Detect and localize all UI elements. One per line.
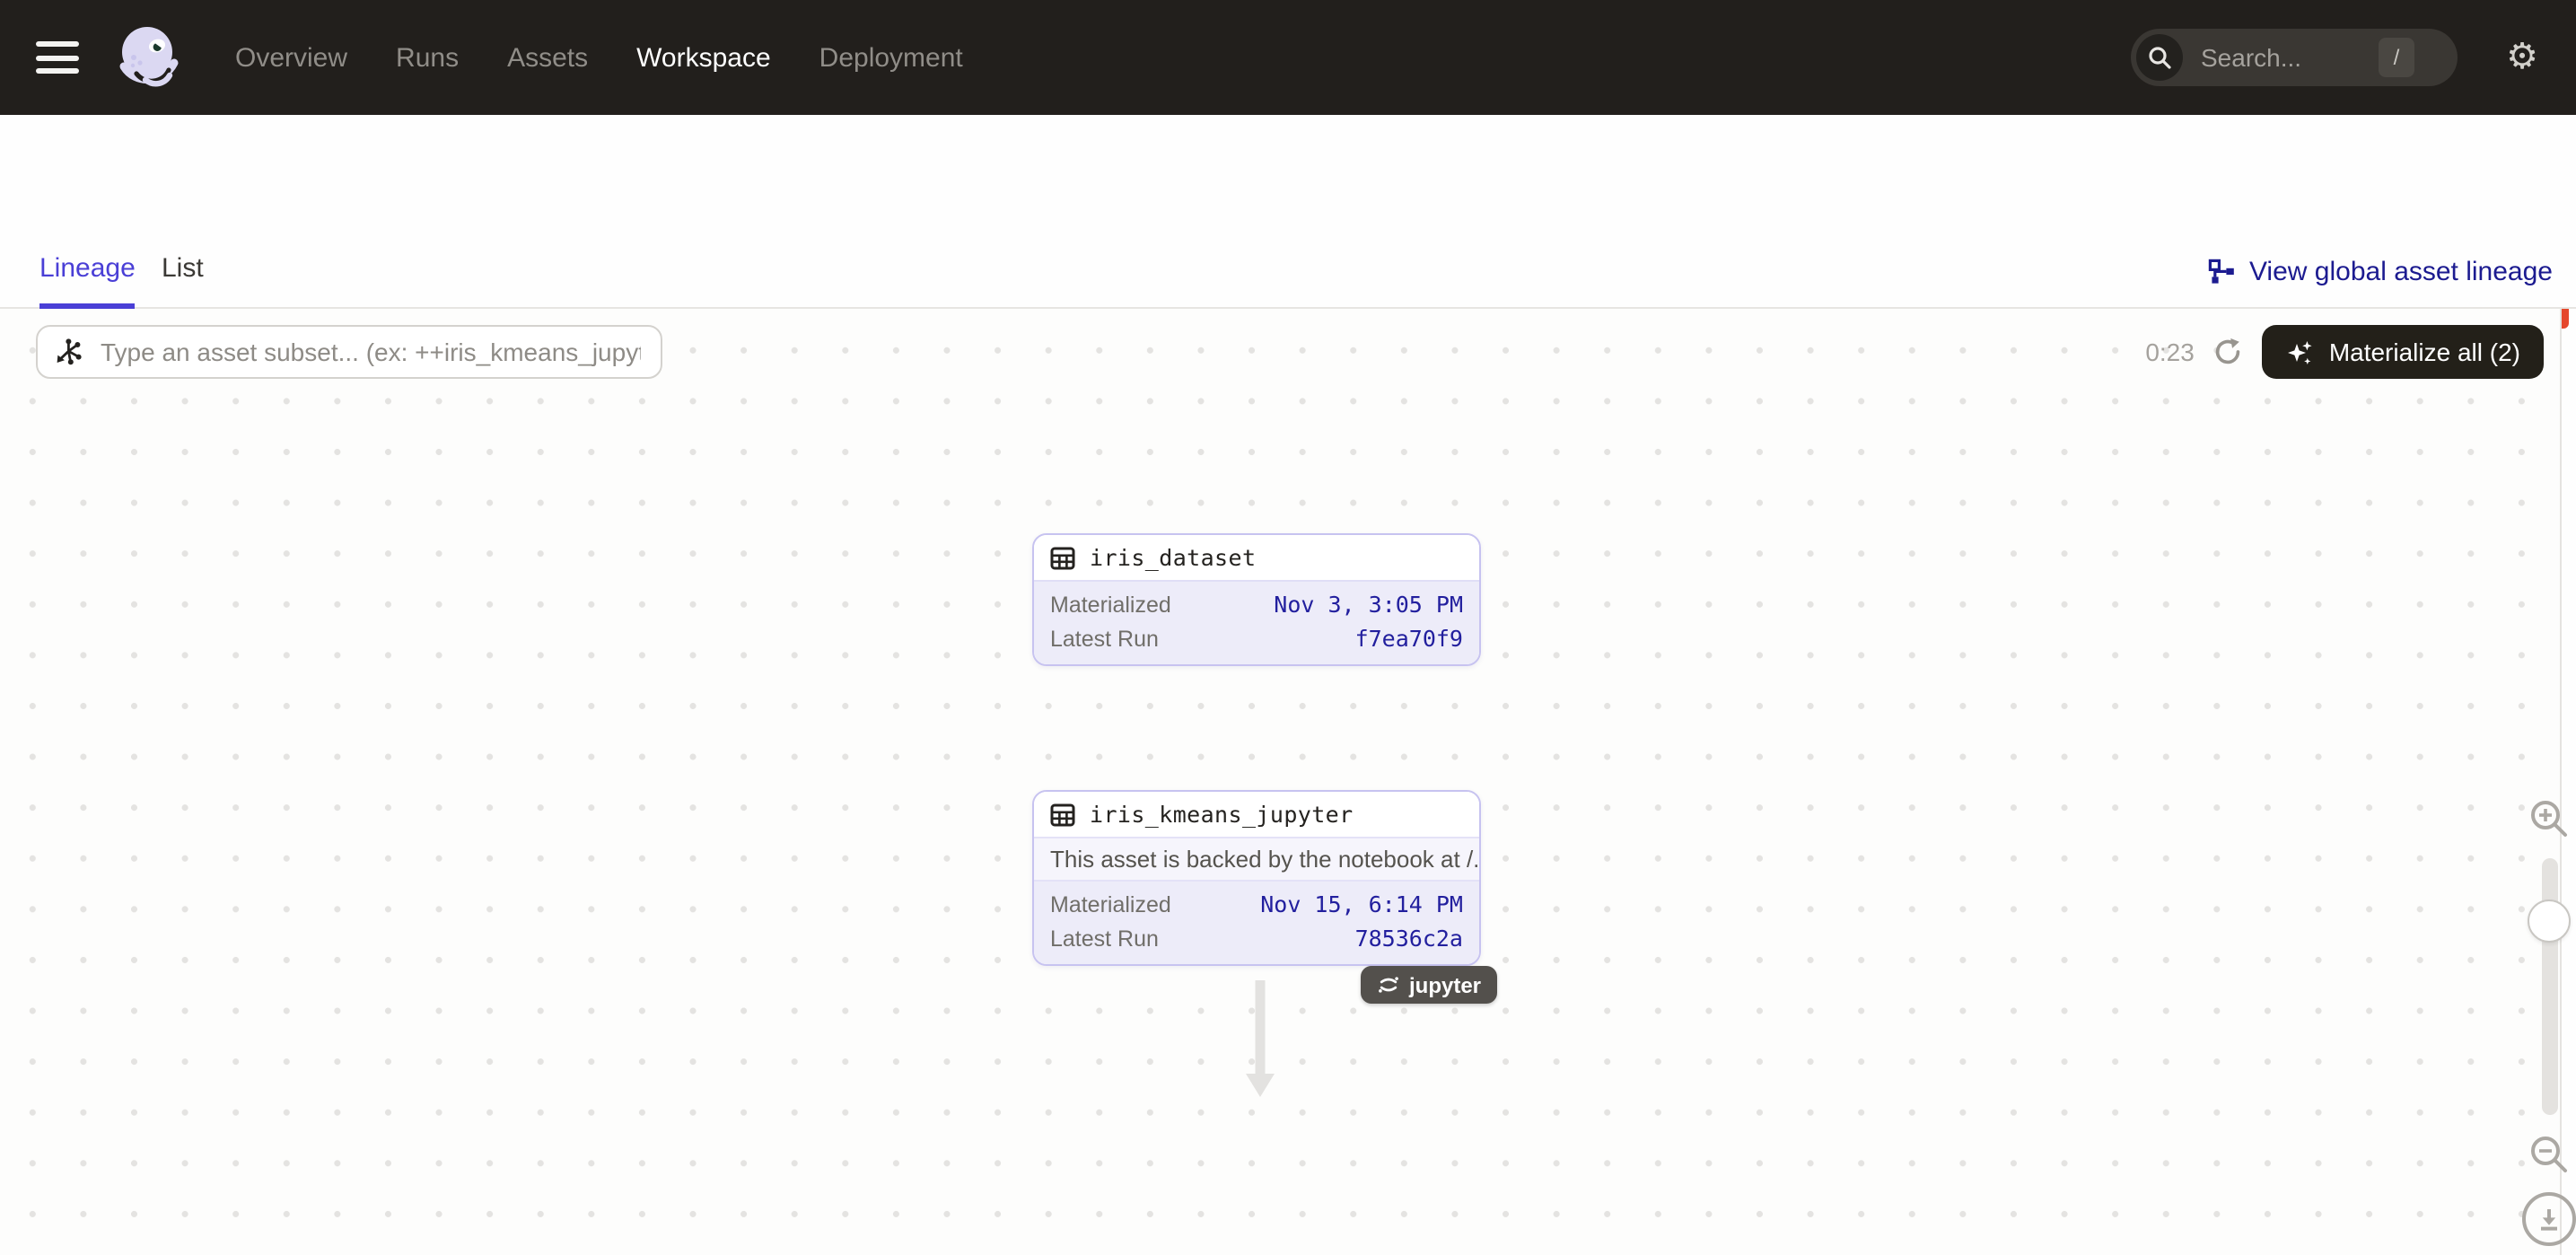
download-image-icon[interactable] — [2522, 1192, 2576, 1246]
nav-item-assets[interactable]: Assets — [507, 42, 588, 73]
settings-gear-icon[interactable]: ⚙ — [2502, 38, 2542, 77]
lineage-canvas[interactable]: 0:23 Materialize all (2) — [0, 309, 2562, 1255]
jupyter-icon — [1377, 973, 1400, 996]
latest-run-row: Latest Run 78536c2a — [1050, 922, 1463, 955]
table-icon — [1050, 802, 1075, 827]
nav-item-overview[interactable]: Overview — [235, 42, 347, 73]
tab-list[interactable]: List — [162, 253, 204, 303]
zoom-slider-thumb[interactable] — [2528, 900, 2571, 943]
view-global-asset-lineage-link[interactable]: View global asset lineage — [2208, 257, 2553, 287]
nav-item-deployment[interactable]: Deployment — [819, 42, 963, 73]
materialize-all-button[interactable]: Materialize all (2) — [2263, 325, 2544, 379]
nav-item-workspace[interactable]: Workspace — [636, 42, 771, 73]
global-search[interactable]: / — [2131, 29, 2458, 86]
app-window: Overview Runs Assets Workspace Deploymen… — [0, 0, 2576, 1255]
page-header: template_tutorial Asset Group in templat… — [0, 115, 2576, 242]
table-icon — [1050, 545, 1075, 570]
zoom-out-icon[interactable] — [2528, 1133, 2571, 1176]
latest-run-row: Latest Run f7ea70f9 — [1050, 622, 1463, 655]
sparkle-icon — [2286, 337, 2315, 367]
refresh-timer: 0:23 — [2145, 338, 2195, 366]
asset-name: iris_dataset — [1090, 544, 1256, 571]
tabs-row: Lineage List View global asset lineage — [0, 242, 2576, 309]
asset-name: iris_kmeans_jupyter — [1090, 801, 1354, 828]
page: Overview Runs Assets Workspace Deploymen… — [0, 0, 2576, 1255]
search-shortcut-key: / — [2379, 38, 2414, 77]
asset-subset-input[interactable] — [97, 336, 644, 368]
run-id-link[interactable]: f7ea70f9 — [1355, 622, 1463, 654]
op-selector-icon — [54, 338, 83, 366]
asset-description: This asset is backed by the notebook at … — [1034, 837, 1479, 882]
top-navigation-bar: Overview Runs Assets Workspace Deploymen… — [0, 0, 2576, 115]
lineage-graph-icon — [2208, 258, 2237, 286]
canvas-actions: 0:23 Materialize all (2) — [2145, 325, 2544, 379]
zoom-controls — [2524, 797, 2574, 1246]
zoom-in-icon[interactable] — [2528, 797, 2571, 840]
materialized-row: Materialized Nov 15, 6:14 PM — [1050, 889, 1463, 922]
menu-icon[interactable] — [36, 41, 79, 74]
asset-node-iris-kmeans-jupyter[interactable]: iris_kmeans_jupyter This asset is backed… — [1032, 790, 1481, 966]
dagster-logo[interactable] — [110, 20, 185, 95]
asset-subset-filter[interactable] — [36, 325, 662, 379]
edge-arrow — [1244, 980, 1276, 1099]
search-input[interactable] — [2197, 41, 2375, 74]
zoom-slider[interactable] — [2541, 858, 2557, 1115]
search-icon — [2136, 34, 2183, 81]
tab-lineage[interactable]: Lineage — [39, 253, 136, 309]
nav-item-runs[interactable]: Runs — [396, 42, 459, 73]
materialized-row: Materialized Nov 3, 3:05 PM — [1050, 589, 1463, 622]
asset-node-iris-dataset[interactable]: iris_dataset Materialized Nov 3, 3:05 PM… — [1032, 533, 1481, 666]
run-id-link[interactable]: 78536c2a — [1355, 922, 1463, 953]
refresh-icon[interactable] — [2214, 338, 2243, 366]
primary-nav: Overview Runs Assets Workspace Deploymen… — [235, 42, 963, 73]
compute-kind-tag-jupyter[interactable]: jupyter — [1361, 966, 1497, 1004]
